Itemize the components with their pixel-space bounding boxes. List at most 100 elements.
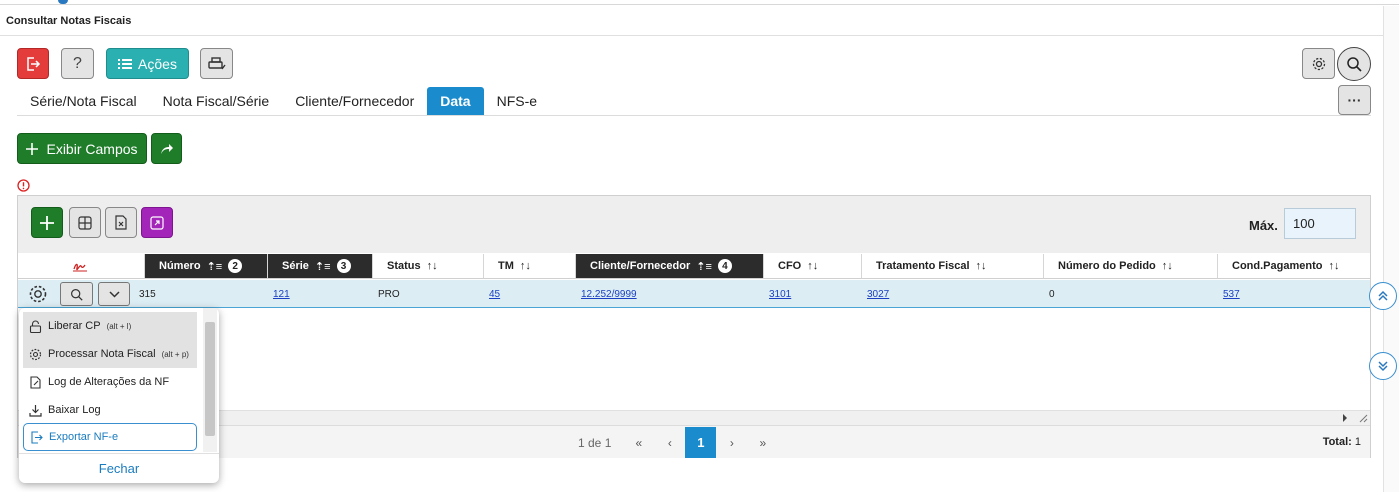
exit-button[interactable] (17, 48, 49, 79)
column-header-status[interactable]: Status ↑↓ (373, 254, 484, 279)
column-header-tm[interactable]: TM ↑↓ (484, 254, 576, 279)
chevron-down-icon (108, 290, 120, 298)
column-header-label: Cond.Pagamento (1232, 260, 1323, 272)
table-row[interactable]: 315 121 PRO 45 12.252/9999 3101 3027 0 5… (18, 280, 1370, 308)
column-header-label: Cliente/Fornecedor (590, 260, 691, 272)
export-excel-button[interactable] (105, 207, 137, 238)
sort-icon: ↑↓ (975, 260, 987, 272)
current-page-button[interactable]: 1 (685, 427, 717, 458)
column-header-cliente[interactable]: Cliente/Fornecedor ⇡≡ 4 (576, 254, 764, 279)
row-menu-button[interactable] (98, 282, 130, 306)
column-header-cfo[interactable]: CFO ↑↓ (764, 254, 862, 279)
serie-link[interactable]: 121 (273, 289, 290, 300)
expand-button[interactable] (141, 207, 173, 238)
menu-item-exportar-nfe[interactable]: Exportar NF-e (23, 423, 197, 451)
page-title: Consultar Notas Fiscais (6, 15, 132, 27)
cond-pagamento-link[interactable]: 537 (1223, 289, 1240, 300)
tab-serie-nota[interactable]: Série/Nota Fiscal (17, 87, 150, 115)
double-chevron-down-icon (1378, 361, 1388, 372)
unlock-icon (29, 320, 42, 333)
sort-asc-icon: ⇡≡ (314, 260, 331, 273)
next-page-button[interactable]: › (716, 436, 747, 450)
prev-page-button[interactable]: ‹ (654, 436, 685, 450)
page-scrollbar[interactable] (1383, 6, 1399, 492)
row-search-button[interactable] (60, 282, 93, 306)
sort-icon: ↑↓ (519, 260, 531, 272)
exit-icon (27, 56, 41, 71)
page-range: 1 de 1 (578, 435, 612, 450)
edit-file-icon (30, 375, 41, 389)
max-input[interactable] (1284, 208, 1356, 239)
menu-scrollbar[interactable] (203, 308, 217, 452)
grid-horizontal-scrollbar[interactable] (18, 410, 1370, 425)
sort-order-badge: 4 (717, 259, 732, 273)
menu-scrollbar-thumb[interactable] (205, 322, 215, 436)
cell-cliente: 12.252/9999 (577, 280, 637, 308)
gear-icon (29, 348, 42, 360)
sort-icon: ↑↓ (807, 260, 819, 272)
tratamento-link[interactable]: 3027 (867, 289, 889, 300)
column-header-numero[interactable]: Número ⇡≡ 2 (145, 254, 268, 279)
tab-nfse[interactable]: NFS-e (484, 87, 550, 115)
menu-item-log-alteracoes[interactable]: Log de Alterações da NF (23, 368, 197, 396)
close-menu-button[interactable]: Fechar (19, 453, 219, 483)
scroll-bottom-button[interactable] (1369, 352, 1397, 380)
column-header-cond-pagamento[interactable]: Cond.Pagamento ↑↓ (1218, 254, 1370, 279)
cliente-link[interactable]: 12.252/9999 (581, 289, 637, 300)
total-label: Total: (1322, 436, 1352, 448)
more-button[interactable]: ··· (1338, 85, 1371, 115)
download-icon (29, 404, 42, 417)
add-row-button[interactable] (31, 207, 63, 238)
cell-cond-pagamento: 537 (1219, 280, 1240, 308)
menu-item-liberar-cp[interactable]: Liberar CP (alt + l) (23, 312, 197, 340)
cfo-link[interactable]: 3101 (769, 289, 791, 300)
column-header-label: Status (387, 260, 421, 272)
column-header-label: Número do Pedido (1058, 260, 1156, 272)
scroll-top-button[interactable] (1369, 282, 1397, 310)
tab-data[interactable]: Data (427, 87, 484, 115)
menu-item-baixar-log[interactable]: Baixar Log (23, 396, 197, 424)
exibir-campos-button[interactable]: Exibir Campos (17, 133, 147, 164)
resize-grip-icon[interactable] (1359, 414, 1368, 423)
cell-tratamento: 3027 (863, 280, 889, 308)
sort-icon: ↑↓ (1328, 260, 1340, 272)
print-button[interactable] (200, 48, 233, 79)
tabs-divider (17, 115, 1371, 116)
total-value: 1 (1354, 436, 1361, 448)
expand-icon (150, 215, 164, 230)
cell-pedido: 0 (1049, 288, 1055, 300)
cell-cfo: 3101 (765, 280, 791, 308)
scroll-right-arrow-icon[interactable] (1342, 414, 1348, 422)
columns-button[interactable] (69, 207, 101, 238)
cell-numero: 315 (139, 288, 156, 300)
tab-bar: Série/Nota Fiscal Nota Fiscal/Série Clie… (17, 87, 550, 115)
help-icon: ? (73, 54, 82, 72)
search-button[interactable] (1337, 47, 1371, 81)
tm-link[interactable]: 45 (489, 289, 500, 300)
max-label: Máx. (1249, 218, 1278, 233)
acoes-button[interactable]: Ações (106, 48, 189, 79)
gear-icon[interactable] (27, 283, 49, 305)
more-icon: ··· (1347, 92, 1362, 108)
share-button[interactable] (151, 133, 182, 164)
column-header-tratamento[interactable]: Tratamento Fiscal ↑↓ (862, 254, 1044, 279)
row-actions-menu: Liberar CP (alt + l) Processar Nota Fisc… (19, 308, 219, 483)
tab-cliente-fornecedor[interactable]: Cliente/Fornecedor (282, 87, 427, 115)
grid-icon (78, 215, 92, 230)
plus-icon (40, 215, 54, 230)
help-button[interactable]: ? (61, 48, 94, 79)
column-header-serie[interactable]: Série ⇡≡ 3 (268, 254, 373, 279)
column-header-label: CFO (778, 260, 802, 272)
sort-order-badge: 3 (336, 259, 351, 273)
double-chevron-up-icon (1378, 290, 1388, 301)
settings-button[interactable] (1302, 48, 1335, 79)
menu-item-processar-nf[interactable]: Processar Nota Fiscal (alt + p) (23, 340, 197, 368)
tab-nota-serie[interactable]: Nota Fiscal/Série (150, 87, 283, 115)
first-page-button[interactable]: « (623, 436, 654, 450)
grid-toolbar: Máx. (18, 196, 1370, 253)
search-icon (71, 288, 83, 301)
column-header-pedido[interactable]: Número do Pedido ↑↓ (1044, 254, 1218, 279)
last-page-button[interactable]: » (747, 436, 778, 450)
top-strip (0, 0, 1399, 5)
excel-file-icon (115, 215, 127, 230)
